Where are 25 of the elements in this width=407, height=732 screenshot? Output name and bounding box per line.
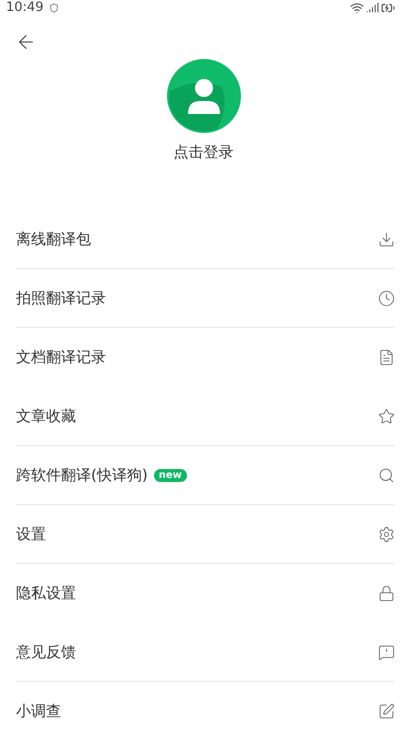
shield-icon (49, 2, 60, 12)
menu-item[interactable]: 文章收藏 (16, 387, 395, 446)
menu-item[interactable]: 跨软件翻译(快译狗) new (16, 446, 395, 505)
document-icon (378, 348, 395, 366)
menu-item[interactable]: 文档翻译记录 (16, 328, 395, 387)
menu-item[interactable]: 隐私设置 (16, 564, 395, 623)
wifi-icon (350, 0, 364, 14)
login-link[interactable]: 点击登录 (174, 143, 234, 162)
menu-item[interactable]: 拍照翻译记录 (16, 269, 395, 328)
menu-item[interactable]: 离线翻译包 (16, 210, 395, 269)
edit-icon (378, 702, 395, 720)
lock-icon (378, 584, 395, 602)
feedback-icon (378, 644, 395, 660)
download-icon (378, 230, 395, 248)
menu-item[interactable]: 小调查 (16, 682, 395, 732)
signal-icon (366, 1, 379, 14)
menu-item[interactable]: 设置 (16, 505, 395, 564)
menu-item[interactable]: 意见反馈 (16, 623, 395, 682)
settings-icon (378, 526, 395, 542)
avatar-icon[interactable] (166, 59, 240, 133)
star-icon (378, 408, 395, 424)
search-icon (378, 466, 395, 484)
status-time: 10:49 (6, 0, 44, 15)
new-badge: new (154, 468, 187, 482)
clock-icon (378, 290, 395, 306)
